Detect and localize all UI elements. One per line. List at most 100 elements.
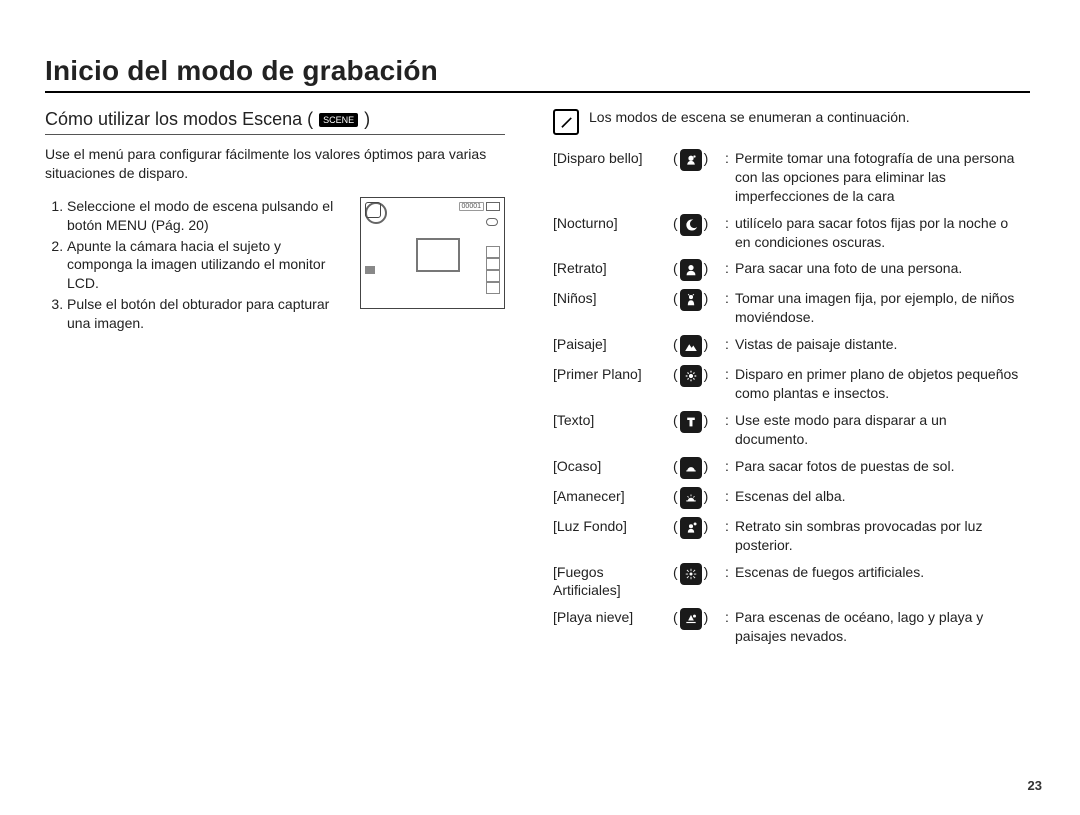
colon: : <box>725 149 735 168</box>
step-item: Seleccione el modo de escena pulsando el… <box>67 197 348 235</box>
scene-description: Vistas de paisaje distante. <box>735 335 1023 354</box>
scene-label: [Amanecer] <box>553 487 673 506</box>
scene-row: [Ocaso]():Para sacar fotos de puestas de… <box>553 457 1023 479</box>
scene-label: [Nocturno] <box>553 214 673 233</box>
scene-row: [Fuegos Artificiales]():Escenas de fuego… <box>553 563 1023 601</box>
scene-icon-cell: () <box>673 214 725 236</box>
paren-close: ) <box>704 457 709 476</box>
scene-label: [Primer Plano] <box>553 365 673 384</box>
colon: : <box>725 457 735 476</box>
paren-open: ( <box>673 149 678 168</box>
closeup-icon <box>680 365 702 387</box>
shot-counter: 00001 <box>459 202 484 211</box>
colon: : <box>725 411 735 430</box>
scene-row: [Niños]():Tomar una imagen fija, por eje… <box>553 289 1023 327</box>
scene-label: [Paisaje] <box>553 335 673 354</box>
note-text: Los modos de escena se enumeran a contin… <box>589 109 910 125</box>
camera-monitor-illustration: 00001 <box>360 197 505 309</box>
paren-open: ( <box>673 563 678 582</box>
colon: : <box>725 487 735 506</box>
children-icon <box>680 289 702 311</box>
scene-description: utilícelo para sacar fotos fijas por la … <box>735 214 1023 252</box>
paren-open: ( <box>673 365 678 384</box>
paren-open: ( <box>673 335 678 354</box>
text-icon <box>680 411 702 433</box>
scene-row: [Disparo bello]():Permite tomar una foto… <box>553 149 1023 206</box>
paren-open: ( <box>673 487 678 506</box>
paren-close: ) <box>704 214 709 233</box>
scene-row: [Texto]():Use este modo para disparar a … <box>553 411 1023 449</box>
scene-row: [Retrato]():Para sacar una foto de una p… <box>553 259 1023 281</box>
scene-description: Retrato sin sombras provocadas por luz p… <box>735 517 1023 555</box>
colon: : <box>725 517 735 536</box>
scene-description: Para escenas de océano, lago y playa y p… <box>735 608 1023 646</box>
scene-pill-icon: SCENE <box>319 113 358 127</box>
scene-description: Escenas de fuegos artificiales. <box>735 563 1023 582</box>
scene-icon-cell: () <box>673 335 725 357</box>
paren-close: ) <box>704 149 709 168</box>
steps-list: Seleccione el modo de escena pulsando el… <box>49 197 348 335</box>
scene-mode-list: [Disparo bello]():Permite tomar una foto… <box>553 149 1023 646</box>
night-icon <box>680 214 702 236</box>
scene-icon-cell: () <box>673 289 725 311</box>
colon: : <box>725 214 735 233</box>
paren-open: ( <box>673 289 678 308</box>
scene-row: [Amanecer]():Escenas del alba. <box>553 487 1023 509</box>
paren-close: ) <box>704 563 709 582</box>
scene-description: Tomar una imagen fija, por ejemplo, de n… <box>735 289 1023 327</box>
scene-row: [Luz Fondo]():Retrato sin sombras provoc… <box>553 517 1023 555</box>
side-indicator-icon <box>486 282 500 294</box>
scene-icon-cell: () <box>673 563 725 585</box>
scene-description: Use este modo para disparar a un documen… <box>735 411 1023 449</box>
colon: : <box>725 289 735 308</box>
scene-row: [Paisaje]():Vistas de paisaje distante. <box>553 335 1023 357</box>
scene-description: Disparo en primer plano de objetos peque… <box>735 365 1023 403</box>
landscape-icon <box>680 335 702 357</box>
scene-row: [Nocturno]():utilícelo para sacar fotos … <box>553 214 1023 252</box>
backlight-icon <box>680 517 702 539</box>
scene-icon-cell: () <box>673 457 725 479</box>
scene-description: Escenas del alba. <box>735 487 1023 506</box>
battery-icon <box>486 202 500 211</box>
scene-row: [Playa nieve]():Para escenas de océano, … <box>553 608 1023 646</box>
right-column: Los modos de escena se enumeran a contin… <box>553 109 1023 646</box>
paren-close: ) <box>704 517 709 536</box>
page-title: Inicio del modo de grabación <box>45 55 1035 87</box>
step-item: Apunte la cámara hacia el sujeto y compo… <box>67 237 348 294</box>
beauty-icon <box>680 149 702 171</box>
beachsnow-icon <box>680 608 702 630</box>
paren-open: ( <box>673 457 678 476</box>
content-columns: Cómo utilizar los modos Escena ( SCENE )… <box>45 109 1035 646</box>
scene-label: [Retrato] <box>553 259 673 278</box>
scene-row: [Primer Plano]():Disparo en primer plano… <box>553 365 1023 403</box>
scene-icon-cell: () <box>673 487 725 509</box>
scene-description: Permite tomar una fotografía de una pers… <box>735 149 1023 206</box>
scene-label: [Playa nieve] <box>553 608 673 627</box>
paren-open: ( <box>673 259 678 278</box>
title-rule <box>45 91 1030 93</box>
scene-label: [Fuegos Artificiales] <box>553 563 673 601</box>
page-number: 23 <box>1028 778 1042 793</box>
paren-close: ) <box>704 487 709 506</box>
paren-close: ) <box>704 335 709 354</box>
section-subhead-row: Cómo utilizar los modos Escena ( SCENE ) <box>45 109 505 135</box>
intro-text: Use el menú para configurar fácilmente l… <box>45 145 505 183</box>
scene-icon-cell: () <box>673 365 725 387</box>
scene-icon-cell: () <box>673 608 725 630</box>
left-marker-icon <box>365 266 375 274</box>
scene-label: [Disparo bello] <box>553 149 673 168</box>
scene-icon-cell: () <box>673 411 725 433</box>
colon: : <box>725 563 735 582</box>
note-icon <box>553 109 579 135</box>
paren-close: ) <box>704 289 709 308</box>
colon: : <box>725 259 735 278</box>
paren-close: ) <box>704 411 709 430</box>
scene-description: Para sacar una foto de una persona. <box>735 259 1023 278</box>
paren-close: ) <box>704 259 709 278</box>
paren-close: ) <box>704 608 709 627</box>
side-indicator-icon <box>486 246 500 258</box>
sunset-icon <box>680 457 702 479</box>
scene-icon-cell: () <box>673 259 725 281</box>
focus-frame-icon <box>416 238 460 272</box>
scene-label: [Niños] <box>553 289 673 308</box>
